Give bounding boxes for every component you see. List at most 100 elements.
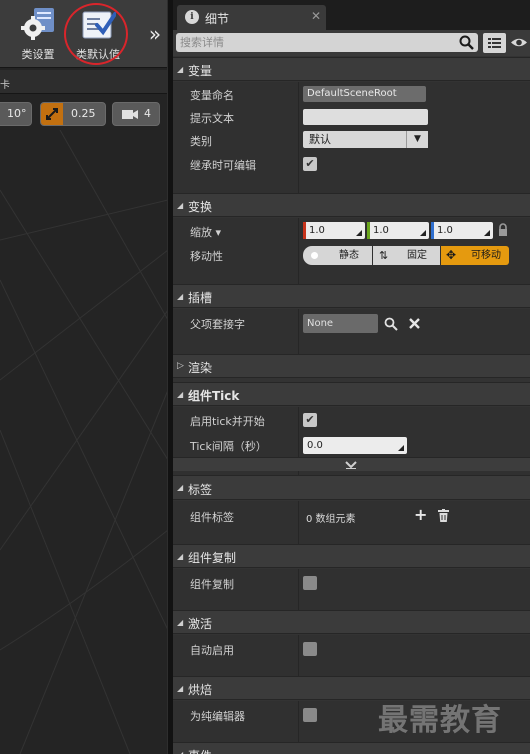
- camera-icon: [121, 107, 139, 129]
- class-settings-button[interactable]: 类设置: [10, 6, 66, 64]
- angle-snap-button[interactable]: 10°: [0, 102, 32, 126]
- prop-label: 继承时可编辑: [190, 159, 256, 172]
- mobility-stationary-label: 固定: [407, 250, 427, 261]
- mobility-movable-label: 可移动: [471, 250, 501, 261]
- category-sockets-title: 插槽: [188, 291, 213, 305]
- eye-icon[interactable]: [510, 36, 528, 49]
- category-variable-title: 变量: [188, 64, 213, 78]
- details-panel: i 细节 ✕ ◢ 变量 变量命名 DefaultSceneRoot 提示文本: [173, 0, 530, 754]
- stationary-icon: ⇅: [379, 249, 389, 262]
- category-component-tick[interactable]: ◢ 组件Tick: [173, 382, 530, 406]
- category-transform[interactable]: ◢ 变换: [173, 193, 530, 217]
- category-component-tick-title: 组件Tick: [188, 389, 240, 403]
- scale-x-value: 1.0: [309, 225, 325, 236]
- chevron-down-icon: ▼: [406, 131, 428, 148]
- viewport-toolbar: 10° 0.25 4: [0, 100, 168, 130]
- collapse-arrow-icon: ◢: [177, 65, 184, 74]
- editor-only-checkbox[interactable]: [303, 708, 317, 722]
- search-icon[interactable]: [459, 35, 474, 50]
- close-icon[interactable]: ✕: [311, 9, 321, 23]
- mobility-movable-button[interactable]: ✥ 可移动: [441, 246, 509, 265]
- tab-details[interactable]: i 细节 ✕: [177, 5, 326, 30]
- prop-row-mobility: 移动性 静态 ⇅ 固定 ✥ 可移动: [173, 242, 530, 268]
- prop-row-category: 类别 默认 ▼: [173, 128, 530, 151]
- advanced-expander[interactable]: [173, 457, 530, 471]
- prop-label: 类别: [190, 135, 212, 148]
- category-component-replication-title: 组件复制: [188, 551, 237, 565]
- tick-interval-value: 0.0: [307, 440, 323, 451]
- category-cooking-title: 烘焙: [188, 683, 213, 697]
- prop-label: 组件标签: [190, 511, 234, 524]
- variable-name-field[interactable]: DefaultSceneRoot: [303, 86, 426, 102]
- prop-row-start-tick: 启用tick并开始 ✔: [173, 407, 530, 433]
- replication-checkbox[interactable]: [303, 576, 317, 590]
- add-icon[interactable]: +: [414, 505, 427, 524]
- collapse-arrow-icon: ◢: [177, 201, 184, 210]
- spacer: [173, 663, 530, 677]
- gear-icon: [21, 8, 54, 40]
- collapse-arrow-icon: ◢: [177, 618, 184, 627]
- viewport-grid[interactable]: [0, 130, 168, 754]
- tab-details-label: 细节: [205, 12, 230, 26]
- scale-y-field[interactable]: 1.0: [367, 222, 429, 239]
- toolbar-overflow-button[interactable]: »: [145, 22, 165, 46]
- category-tags[interactable]: ◢ 标签: [173, 475, 530, 500]
- left-editor-area: 类设置 类默认值 » 卡 10° 0.25 4: [0, 0, 168, 754]
- mobility-stationary-button[interactable]: ⇅ 固定: [373, 246, 440, 265]
- editable-checkbox[interactable]: ✔: [303, 157, 317, 171]
- category-dropdown-value: 默认: [309, 133, 331, 146]
- prop-row-scale: 缩放 ▾ 1.0 1.0 1.0: [173, 218, 530, 242]
- collapse-arrow-icon: ◢: [177, 552, 184, 561]
- search-input[interactable]: [180, 34, 450, 50]
- category-events[interactable]: ◢ 事件: [173, 742, 530, 754]
- scale-label[interactable]: 缩放 ▾: [190, 224, 221, 240]
- tooltip-field[interactable]: [303, 109, 428, 125]
- spacer: [173, 268, 530, 284]
- start-tick-checkbox[interactable]: ✔: [303, 413, 317, 427]
- trash-icon[interactable]: [438, 509, 449, 522]
- prop-label: 父项套接字: [190, 318, 245, 331]
- prop-row-editable: 继承时可编辑 ✔: [173, 151, 530, 177]
- tick-interval-field[interactable]: 0.0: [303, 437, 407, 454]
- prop-label: 启用tick并开始: [190, 415, 265, 428]
- mobility-static-label: 静态: [339, 250, 359, 261]
- class-settings-label: 类设置: [21, 48, 55, 61]
- details-tab-bar: i 细节 ✕: [173, 0, 530, 30]
- category-component-replication[interactable]: ◢ 组件复制: [173, 544, 530, 568]
- prop-label: 为纯编辑器: [190, 710, 245, 723]
- collapse-arrow-icon: ◢: [177, 390, 184, 399]
- scale-snap-button[interactable]: 0.25: [40, 102, 106, 126]
- prop-label: Tick间隔（秒）: [190, 440, 267, 453]
- collapse-arrow-icon: ◢: [177, 684, 184, 693]
- category-sockets[interactable]: ◢ 插槽: [173, 284, 530, 308]
- category-activation[interactable]: ◢ 激活: [173, 610, 530, 634]
- clear-icon[interactable]: [409, 318, 420, 329]
- category-tags-title: 标签: [188, 483, 213, 497]
- category-rendering-title: 渲染: [188, 361, 213, 375]
- camera-speed-button[interactable]: 4: [112, 102, 160, 126]
- prop-row-parent-socket: 父项套接字 None: [173, 309, 530, 337]
- prop-row-replication: 组件复制: [173, 569, 530, 597]
- mobility-static-button[interactable]: 静态: [303, 246, 372, 265]
- prop-row-tooltip: 提示文本: [173, 105, 530, 128]
- camera-speed-value: 4: [144, 107, 151, 120]
- category-dropdown[interactable]: 默认 ▼: [303, 131, 428, 148]
- category-rendering[interactable]: ▷ 渲染: [173, 354, 530, 378]
- viewport-tab-fragment[interactable]: 卡: [0, 76, 10, 91]
- watermark: 最需教育: [378, 703, 502, 738]
- search-icon[interactable]: [384, 317, 398, 331]
- scale-z-field[interactable]: 1.0: [431, 222, 493, 239]
- lock-icon[interactable]: [498, 223, 508, 237]
- view-options-button[interactable]: [483, 33, 506, 53]
- prop-label: 移动性: [190, 250, 223, 263]
- collapse-arrow-icon: ◢: [177, 292, 184, 301]
- highlight-circle: [64, 3, 128, 65]
- auto-activate-checkbox[interactable]: [303, 642, 317, 656]
- search-box[interactable]: [176, 33, 478, 52]
- prop-label: 组件复制: [190, 578, 234, 591]
- scale-x-field[interactable]: 1.0: [303, 222, 365, 239]
- category-variable[interactable]: ◢ 变量: [173, 57, 530, 81]
- parent-socket-field[interactable]: None: [303, 314, 378, 333]
- scale-y-value: 1.0: [373, 225, 389, 236]
- angle-snap-value: 10°: [7, 107, 27, 120]
